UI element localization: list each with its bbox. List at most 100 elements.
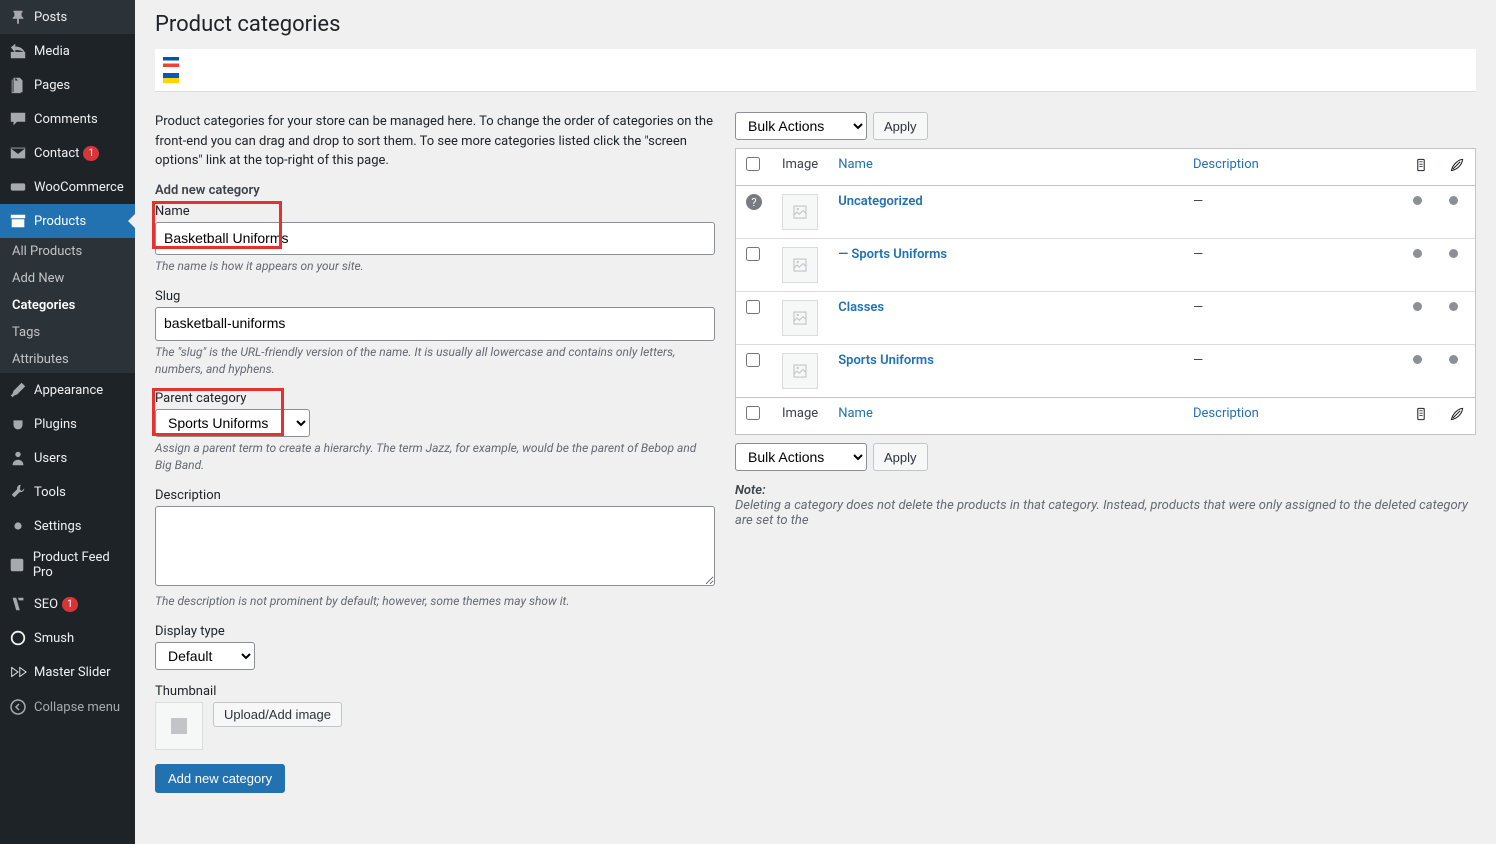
row-checkbox[interactable] bbox=[746, 247, 760, 261]
col-description[interactable]: Description bbox=[1183, 397, 1403, 434]
submenu-categories[interactable]: Categories bbox=[0, 292, 135, 319]
add-new-category-submit[interactable]: Add new category bbox=[155, 764, 285, 793]
sidebar-item-comments[interactable]: Comments bbox=[0, 102, 135, 136]
sidebar-item-label: Products bbox=[34, 214, 86, 229]
slug-input[interactable] bbox=[155, 307, 715, 341]
bulk-actions-select[interactable]: Bulk Actions bbox=[735, 112, 867, 140]
sidebar-item-users[interactable]: Users bbox=[0, 441, 135, 475]
sidebar-item-products[interactable]: Products bbox=[0, 204, 135, 238]
table-row: ? Uncategorized — bbox=[736, 186, 1475, 238]
parent-label: Parent category bbox=[155, 391, 715, 406]
col-drag bbox=[1403, 149, 1439, 186]
categories-table: Image Name Description ? Uncategorized —… bbox=[735, 148, 1476, 435]
mail-icon bbox=[8, 143, 28, 163]
select-all-checkbox-bottom[interactable] bbox=[746, 406, 760, 420]
drag-handle[interactable] bbox=[1449, 249, 1458, 258]
sidebar-item-smush[interactable]: Smush bbox=[0, 621, 135, 655]
category-name-link[interactable]: — Sports Uniforms bbox=[838, 247, 947, 262]
category-name-link[interactable]: Sports Uniforms bbox=[838, 353, 934, 368]
drag-handle[interactable] bbox=[1413, 302, 1422, 311]
main-content: Product categories Product categories fo… bbox=[135, 0, 1496, 844]
intro-text: Product categories for your store can be… bbox=[155, 112, 715, 171]
row-checkbox[interactable] bbox=[746, 353, 760, 367]
category-image-placeholder bbox=[782, 300, 818, 336]
upload-image-button[interactable]: Upload/Add image bbox=[213, 702, 342, 727]
sidebar-item-pages[interactable]: Pages bbox=[0, 68, 135, 102]
seo-icon bbox=[8, 594, 28, 614]
flag-icon[interactable] bbox=[163, 73, 179, 83]
name-label: Name bbox=[155, 204, 715, 219]
submenu-attributes[interactable]: Attributes bbox=[0, 346, 135, 373]
col-description[interactable]: Description bbox=[1183, 149, 1403, 186]
pages-icon bbox=[8, 75, 28, 95]
sidebar-item-label: Product Feed Pro bbox=[33, 550, 127, 580]
sidebar-item-settings[interactable]: Settings bbox=[0, 509, 135, 543]
delete-note: Note: Deleting a category does not delet… bbox=[735, 483, 1476, 528]
drag-handle[interactable] bbox=[1449, 355, 1458, 364]
apply-button[interactable]: Apply bbox=[873, 112, 928, 140]
drag-handle[interactable] bbox=[1449, 302, 1458, 311]
description-textarea[interactable] bbox=[155, 506, 715, 586]
sidebar-item-plugins[interactable]: Plugins bbox=[0, 407, 135, 441]
flag-icon[interactable] bbox=[163, 57, 179, 67]
display-type-field-wrapper: Display type Default bbox=[155, 624, 715, 670]
sidebar-item-contact[interactable]: Contact 1 bbox=[0, 136, 135, 170]
sidebar-item-label: Pages bbox=[34, 78, 70, 93]
category-description: — bbox=[1183, 291, 1403, 344]
drag-handle[interactable] bbox=[1413, 249, 1422, 258]
sidebar-item-label: Settings bbox=[34, 519, 81, 534]
select-all-checkbox[interactable] bbox=[746, 157, 760, 171]
submenu-add-new[interactable]: Add New bbox=[0, 265, 135, 292]
sidebar-item-media[interactable]: Media bbox=[0, 34, 135, 68]
parent-select[interactable]: Sports Uniforms bbox=[155, 409, 310, 437]
add-new-category-title: Add new category bbox=[155, 183, 715, 198]
help-icon[interactable]: ? bbox=[746, 194, 762, 210]
bulk-actions-top: Bulk Actions Apply bbox=[735, 112, 1476, 140]
sidebar-item-master-slider[interactable]: Master Slider bbox=[0, 655, 135, 689]
sidebar-item-label: Media bbox=[34, 44, 70, 59]
description-help: The description is not prominent by defa… bbox=[155, 593, 715, 610]
drag-handle[interactable] bbox=[1449, 196, 1458, 205]
sidebar-item-woocommerce[interactable]: WooCommerce bbox=[0, 170, 135, 204]
drag-handle[interactable] bbox=[1413, 355, 1422, 364]
apply-button-bottom[interactable]: Apply bbox=[873, 443, 928, 471]
sidebar-item-appearance[interactable]: Appearance bbox=[0, 373, 135, 407]
submenu-tags[interactable]: Tags bbox=[0, 319, 135, 346]
sidebar-item-label: WooCommerce bbox=[34, 180, 124, 195]
bulk-actions-bottom: Bulk Actions Apply bbox=[735, 443, 1476, 471]
sidebar-item-tools[interactable]: Tools bbox=[0, 475, 135, 509]
wrench-icon bbox=[8, 482, 28, 502]
name-field-wrapper: Name The name is how it appears on your … bbox=[155, 204, 715, 276]
col-name[interactable]: Name bbox=[828, 149, 1183, 186]
collapse-menu[interactable]: Collapse menu bbox=[0, 689, 135, 725]
submenu-all-products[interactable]: All Products bbox=[0, 238, 135, 265]
sidebar-item-posts[interactable]: Posts bbox=[0, 0, 135, 34]
description-label: Description bbox=[155, 488, 715, 503]
thumbnail-label: Thumbnail bbox=[155, 684, 715, 699]
category-name-link[interactable]: Classes bbox=[838, 300, 884, 315]
slug-help: The "slug" is the URL-friendly version o… bbox=[155, 344, 715, 378]
note-label: Note: bbox=[735, 483, 1476, 498]
slider-icon bbox=[8, 662, 28, 682]
sidebar-item-product-feed-pro[interactable]: Product Feed Pro bbox=[0, 543, 135, 587]
admin-sidebar: Posts Media Pages Comments Contact 1 Woo… bbox=[0, 0, 135, 844]
display-type-select[interactable]: Default bbox=[155, 642, 255, 670]
bulk-actions-select-bottom[interactable]: Bulk Actions bbox=[735, 443, 867, 471]
display-type-label: Display type bbox=[155, 624, 715, 639]
sidebar-item-label: Tools bbox=[34, 485, 66, 500]
sidebar-item-seo[interactable]: SEO 1 bbox=[0, 587, 135, 621]
drag-handle[interactable] bbox=[1413, 196, 1422, 205]
col-name[interactable]: Name bbox=[828, 397, 1183, 434]
name-input[interactable] bbox=[155, 222, 715, 256]
category-description: — bbox=[1183, 238, 1403, 291]
media-icon bbox=[8, 41, 28, 61]
table-row: Classes — bbox=[736, 291, 1475, 344]
category-name-link[interactable]: Uncategorized bbox=[838, 194, 923, 209]
col-drag bbox=[1403, 397, 1439, 434]
page-title: Product categories bbox=[155, 0, 1476, 49]
form-column: Product categories for your store can be… bbox=[155, 112, 715, 793]
table-row: Sports Uniforms — bbox=[736, 344, 1475, 397]
row-checkbox[interactable] bbox=[746, 300, 760, 314]
slug-field-wrapper: Slug The "slug" is the URL-friendly vers… bbox=[155, 289, 715, 377]
sidebar-item-label: Users bbox=[34, 451, 67, 466]
